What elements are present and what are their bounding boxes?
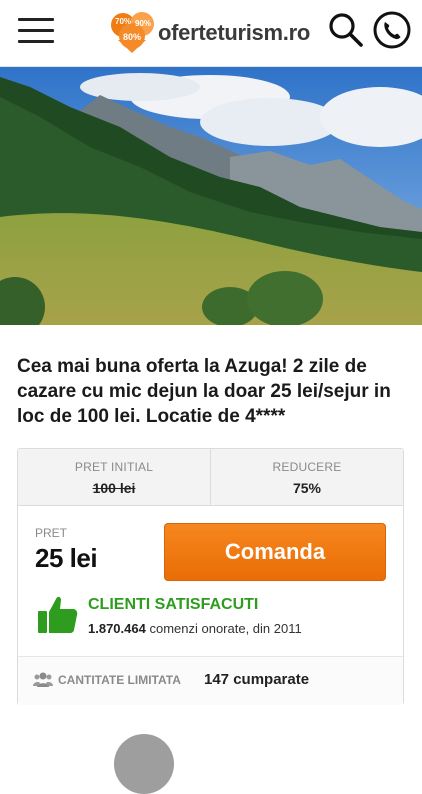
discount-value: 75% xyxy=(292,480,322,496)
satisfied-clients-subtitle: 1.870.464 comenzi onorate, din 2011 xyxy=(88,621,302,636)
price-label: PRET xyxy=(35,526,68,540)
logo-badge-2: 90% xyxy=(135,19,152,28)
floating-action-button[interactable] xyxy=(114,734,174,794)
logo-badge-3: 80% xyxy=(123,32,142,42)
price-value: 25 lei xyxy=(35,543,98,573)
initial-price-label: PRET INITIAL xyxy=(74,460,154,474)
limited-quantity-label: CANTITATE LIMITATA xyxy=(58,673,181,687)
phone-icon[interactable] xyxy=(372,10,412,50)
order-button[interactable]: Comanda xyxy=(164,523,386,581)
bought-count: 147 cumparate xyxy=(204,671,310,688)
limited-quantity-row: CANTITATE LIMITATA 147 cumparate xyxy=(18,656,403,705)
satisfied-clients-title: CLIENTI SATISFACUTI xyxy=(88,596,259,613)
price-stats-row: PRET INITIAL 100 lei REDUCERE 75% xyxy=(18,449,403,506)
site-logo[interactable]: 70% 90% 80% oferteturism.ro xyxy=(110,10,310,56)
initial-price-cell: PRET INITIAL 100 lei xyxy=(18,449,211,505)
hero-landscape-image xyxy=(0,67,422,325)
initial-price-value: 100 lei xyxy=(92,480,136,496)
deal-title: Cea mai buna oferta la Azuga! 2 zile de … xyxy=(17,356,391,427)
thumbs-up-icon xyxy=(36,593,80,637)
users-icon xyxy=(33,671,53,689)
orders-text: comenzi onorate, din 2011 xyxy=(149,621,302,636)
logo-heart-icon: 70% 90% 80% xyxy=(110,12,156,54)
search-icon[interactable] xyxy=(326,10,366,50)
price-card: PRET INITIAL 100 lei REDUCERE 75% PRET 2… xyxy=(17,448,404,705)
hamburger-menu-icon[interactable] xyxy=(18,18,54,46)
logo-text: oferteturism.ro xyxy=(158,20,310,45)
discount-cell: REDUCERE 75% xyxy=(211,449,403,505)
orders-count: 1.870.464 xyxy=(88,621,146,636)
header-bar: 70% 90% 80% oferteturism.ro xyxy=(0,0,422,67)
logo-badge-1: 70% xyxy=(115,17,132,26)
discount-label: REDUCERE xyxy=(272,460,342,474)
